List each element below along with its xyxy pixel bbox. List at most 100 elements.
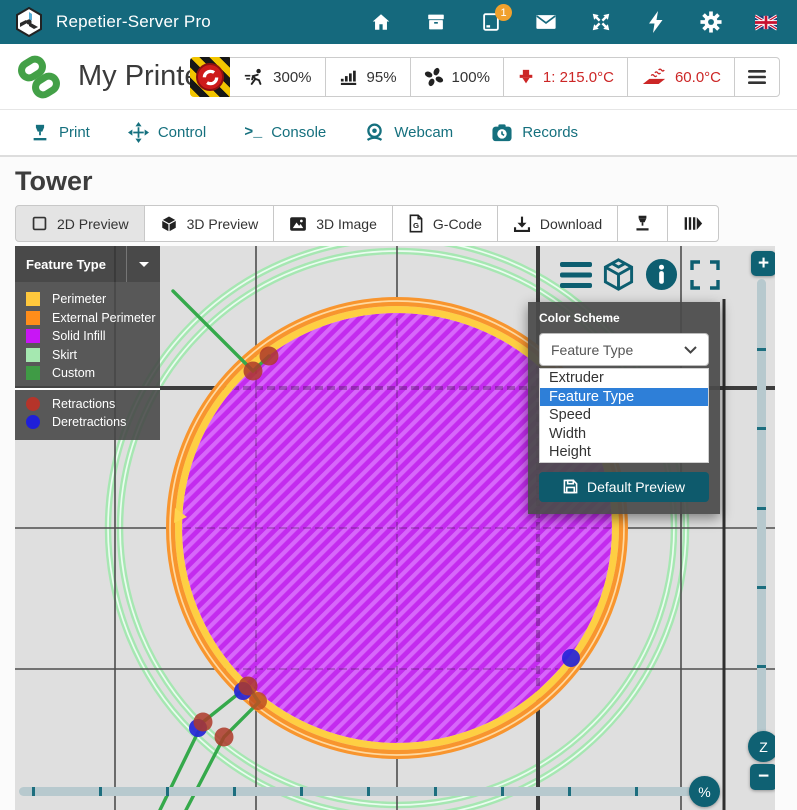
heated-bed-icon: [641, 68, 667, 87]
printer-status-toolbar: 300% 95% 100%: [190, 57, 780, 97]
gcode-title: Tower: [15, 166, 797, 197]
z-layer-slider[interactable]: [757, 279, 766, 737]
progress-slider[interactable]: [19, 787, 693, 796]
option-extruder[interactable]: Extruder: [540, 369, 708, 388]
flow-bars-icon: [339, 68, 359, 86]
download-button[interactable]: Download: [497, 205, 618, 242]
speed-multiplier-button[interactable]: 300%: [229, 57, 325, 97]
slider-tick: [233, 787, 236, 796]
printer-header: My Printer 300% 95%: [0, 44, 797, 110]
emergency-stop-icon: [196, 63, 224, 91]
tab-console[interactable]: >_ Console: [244, 124, 326, 141]
printer-link-icon: [16, 54, 62, 100]
tab-webcam[interactable]: Webcam: [364, 122, 453, 143]
slider-tick: [367, 787, 370, 796]
legend-item-skirt: Skirt: [15, 346, 160, 365]
legend-title: Feature Type: [26, 257, 106, 272]
color-swatch: [26, 311, 40, 325]
gcode-file-icon: G: [408, 214, 424, 233]
fullscreen-icon[interactable]: [690, 260, 720, 290]
app-title: Repetier-Server Pro: [56, 12, 211, 32]
hamburger-menu-icon: [748, 70, 766, 84]
download-icon: [513, 215, 531, 233]
percent-label: %: [698, 784, 710, 800]
image-icon: [289, 216, 307, 232]
tab-console-label: Console: [271, 124, 326, 141]
option-feature-type[interactable]: Feature Type: [540, 388, 708, 407]
chevron-down-icon: [684, 346, 697, 354]
legend-item-label: External Perimeter: [52, 311, 156, 325]
minus-icon: −: [758, 766, 769, 788]
tab-print[interactable]: Print: [30, 123, 90, 143]
view-3d-image-label: 3D Image: [316, 216, 377, 232]
color-scheme-options: Extruder Feature Type Speed Width Height: [539, 368, 709, 463]
slider-tick: [32, 787, 35, 796]
layer-animation-button[interactable]: [667, 205, 719, 242]
square-2d-icon: [31, 215, 48, 232]
tab-control-label: Control: [158, 124, 206, 141]
z-slider-badge[interactable]: Z: [748, 731, 775, 762]
printer-menu-button[interactable]: [734, 57, 780, 97]
legend-item-label: Custom: [52, 366, 95, 380]
view-2d-preview-button[interactable]: 2D Preview: [15, 205, 145, 242]
color-swatch: [26, 397, 40, 411]
cube-3d-icon: [160, 215, 178, 233]
option-height[interactable]: Height: [540, 443, 708, 462]
fan-value: 100%: [452, 69, 490, 86]
render-mode-cube-icon[interactable]: [600, 256, 637, 293]
fan-speed-button[interactable]: 100%: [410, 57, 504, 97]
zoom-out-button[interactable]: −: [750, 764, 775, 790]
legend-item-label: Retractions: [52, 397, 115, 411]
legend-header-dropdown[interactable]: Feature Type: [15, 246, 160, 282]
printer-notifications-icon[interactable]: 1: [480, 11, 502, 33]
slider-tick: [300, 787, 303, 796]
z-label: Z: [759, 739, 768, 755]
power-bolt-icon[interactable]: [645, 11, 667, 33]
repetier-logo-icon[interactable]: [14, 7, 44, 37]
tab-records-label: Records: [522, 124, 578, 141]
color-scheme-select[interactable]: Feature Type: [539, 333, 709, 366]
default-preview-button[interactable]: Default Preview: [539, 472, 709, 502]
expand-arrows-icon[interactable]: [590, 11, 612, 33]
speed-value: 300%: [273, 69, 311, 86]
view-3d-image-button[interactable]: 3D Image: [273, 205, 393, 242]
settings-gear-icon[interactable]: [700, 11, 722, 33]
slider-tick: [166, 787, 169, 796]
info-icon[interactable]: [645, 258, 678, 291]
print-nozzle-icon: [30, 123, 50, 143]
view-gcode-button[interactable]: G G-Code: [392, 205, 498, 242]
slider-tick: [757, 586, 766, 589]
language-flag-icon[interactable]: [755, 11, 777, 33]
preview-menu-icon[interactable]: [560, 262, 592, 288]
legend-item-label: Solid Infill: [52, 329, 106, 343]
extruder-temp-button[interactable]: 1: 215.0°C: [503, 57, 628, 97]
printer-tabs: Print Control >_ Console Webcam Records: [0, 110, 797, 157]
notification-badge: 1: [495, 4, 512, 21]
legend-body: Perimeter External Perimeter Solid Infil…: [15, 282, 160, 440]
archive-box-icon[interactable]: [425, 11, 447, 33]
home-icon[interactable]: [370, 11, 392, 33]
color-scheme-panel: Color Scheme Feature Type Extruder Featu…: [528, 302, 720, 514]
svg-text:G: G: [413, 221, 419, 230]
preview-canvas[interactable]: Feature Type Perimeter External Perimete…: [15, 246, 775, 810]
webcam-icon: [364, 122, 385, 143]
color-swatch: [26, 415, 40, 429]
bed-temp-button[interactable]: 60.0°C: [627, 57, 735, 97]
percent-slider-badge[interactable]: %: [689, 776, 720, 807]
tab-control[interactable]: Control: [128, 122, 206, 143]
option-width[interactable]: Width: [540, 425, 708, 444]
mail-icon[interactable]: [535, 11, 557, 33]
emergency-stop-button[interactable]: [190, 57, 230, 97]
legend-item-label: Perimeter: [52, 292, 106, 306]
option-speed[interactable]: Speed: [540, 406, 708, 425]
color-swatch: [26, 329, 40, 343]
view-3d-preview-button[interactable]: 3D Preview: [144, 205, 275, 242]
flow-multiplier-button[interactable]: 95%: [325, 57, 411, 97]
print-job-button[interactable]: [617, 205, 668, 242]
zoom-in-button[interactable]: +: [751, 251, 775, 276]
legend-item-custom: Custom: [15, 364, 160, 383]
view-gcode-label: G-Code: [433, 216, 482, 232]
tab-records[interactable]: Records: [491, 123, 578, 143]
slider-tick: [434, 787, 437, 796]
chevron-down-icon: [126, 246, 160, 282]
